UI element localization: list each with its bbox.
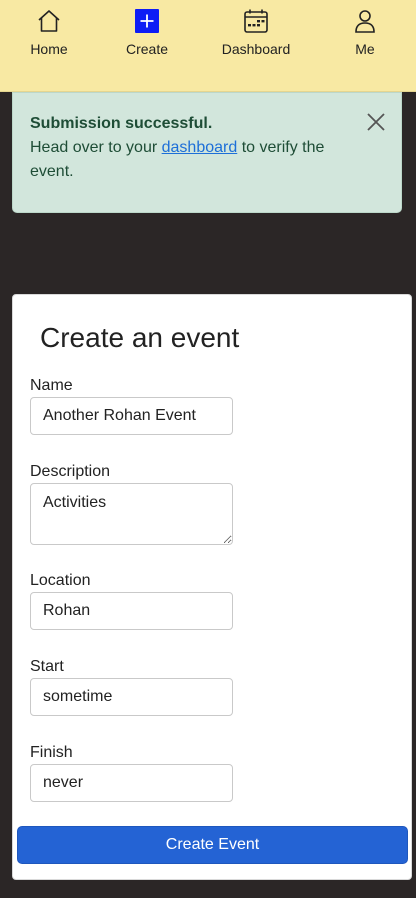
nav-item-create[interactable]: Create [121, 8, 173, 62]
create-event-form: Create an event Name Description Activit… [12, 294, 412, 880]
description-field[interactable]: Activities [30, 483, 233, 545]
nav-item-label: Me [355, 41, 375, 57]
name-label: Name [30, 377, 73, 394]
location-field[interactable] [30, 592, 233, 630]
create-event-button[interactable]: Create Event [17, 826, 408, 864]
location-label: Location [30, 572, 91, 589]
person-icon [355, 10, 375, 33]
close-icon[interactable] [366, 112, 386, 132]
success-alert: Submission successful. Head over to your… [12, 92, 402, 213]
nav-item-dashboard[interactable]: Dashboard [218, 8, 294, 62]
alert-text-before: Head over to your [30, 139, 162, 156]
nav-item-label: Create [125, 41, 169, 57]
calendar-icon [244, 9, 268, 33]
start-field[interactable] [30, 678, 233, 716]
nav-item-label: Dashboard [221, 41, 291, 57]
plus-square-icon [135, 9, 159, 33]
description-label: Description [30, 463, 111, 480]
finish-label: Finish [30, 744, 73, 761]
form-title: Create an event [40, 322, 240, 353]
nav-item-home[interactable]: Home [27, 8, 71, 62]
alert-message: Head over to your dashboard to verify th… [30, 139, 324, 180]
nav-item-me[interactable]: Me [348, 8, 382, 62]
alert-title: Submission successful. [30, 115, 213, 132]
home-icon [38, 10, 60, 32]
start-label: Start [30, 658, 64, 675]
dashboard-link[interactable]: dashboard [162, 139, 238, 156]
name-field[interactable] [30, 397, 233, 435]
top-navigation: Home Create Dashboard Me [0, 0, 416, 92]
finish-field[interactable] [30, 764, 233, 802]
nav-item-label: Home [30, 41, 68, 57]
